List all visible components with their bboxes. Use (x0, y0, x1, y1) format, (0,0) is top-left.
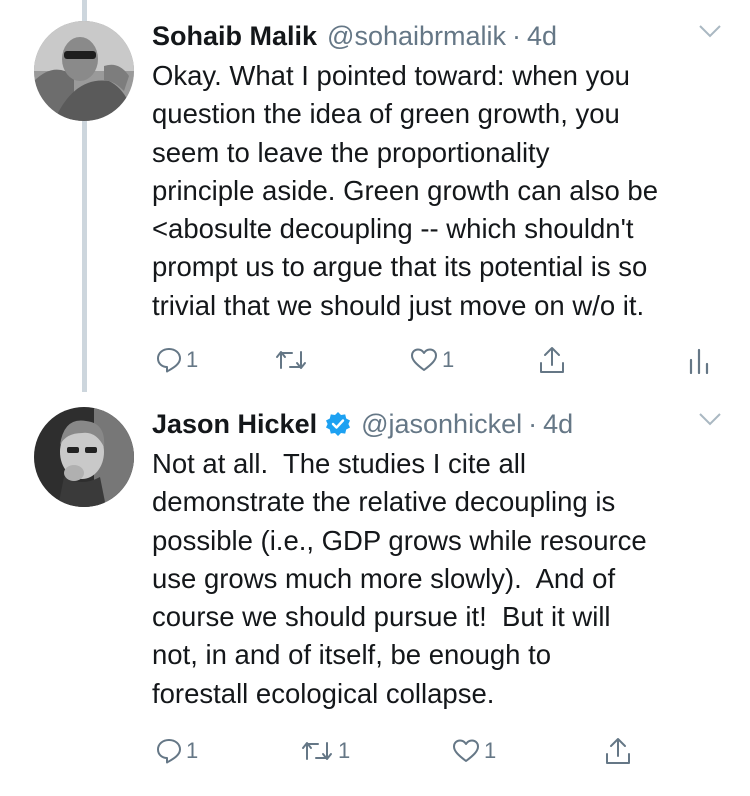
share-button[interactable] (538, 340, 566, 380)
tweet-text: Okay. What I pointed toward: when you qu… (152, 60, 658, 321)
heart-icon (410, 347, 438, 373)
reply-count: 1 (186, 347, 199, 372)
reply-button[interactable]: 1 (156, 340, 198, 380)
heart-icon (452, 738, 480, 764)
share-icon (538, 345, 566, 375)
like-button[interactable]: 1 (410, 340, 454, 380)
share-button[interactable] (604, 731, 632, 771)
analytics-icon (688, 346, 710, 374)
tweet-actions: 1 1 (152, 340, 722, 380)
author-name[interactable]: Sohaib Malik (152, 17, 317, 55)
like-count: 1 (442, 347, 455, 372)
tweet-text: Not at all. The studies I cite all demon… (152, 448, 647, 709)
retweet-icon (274, 348, 308, 372)
chevron-down-icon[interactable] (698, 24, 722, 38)
reply-button[interactable]: 1 (156, 731, 198, 771)
separator: · (512, 21, 522, 51)
author-name[interactable]: Jason Hickel (152, 405, 317, 443)
chevron-down-icon[interactable] (698, 412, 722, 426)
separator: · (528, 409, 538, 439)
avatar[interactable] (34, 407, 134, 507)
retweet-icon (300, 739, 334, 763)
retweet-button[interactable]: 1 (300, 731, 350, 771)
reply-icon (156, 738, 182, 764)
author-handle[interactable]: @sohaibrmalik (327, 17, 506, 55)
tweet[interactable]: Jason Hickel @jasonhickel · 4d Not at al… (0, 395, 750, 796)
tweet[interactable]: Sohaib Malik @sohaibrmalik · 4d Okay. Wh… (0, 0, 750, 395)
verified-badge-icon (325, 409, 351, 436)
tweet-header: Sohaib Malik @sohaibrmalik · 4d (152, 17, 557, 55)
tweet-actions: 1 1 1 (152, 731, 722, 771)
tweet-header: Jason Hickel @jasonhickel · 4d (152, 405, 573, 443)
retweet-button[interactable] (274, 340, 312, 380)
timestamp[interactable]: 4d (527, 17, 557, 55)
timestamp[interactable]: 4d (543, 405, 573, 443)
share-icon (604, 736, 632, 766)
author-handle[interactable]: @jasonhickel (361, 405, 522, 443)
reply-icon (156, 347, 182, 373)
analytics-button[interactable] (688, 340, 710, 380)
avatar[interactable] (34, 21, 134, 121)
like-button[interactable]: 1 (452, 731, 496, 771)
like-count: 1 (484, 738, 497, 763)
retweet-count: 1 (338, 738, 351, 763)
reply-count: 1 (186, 738, 199, 763)
